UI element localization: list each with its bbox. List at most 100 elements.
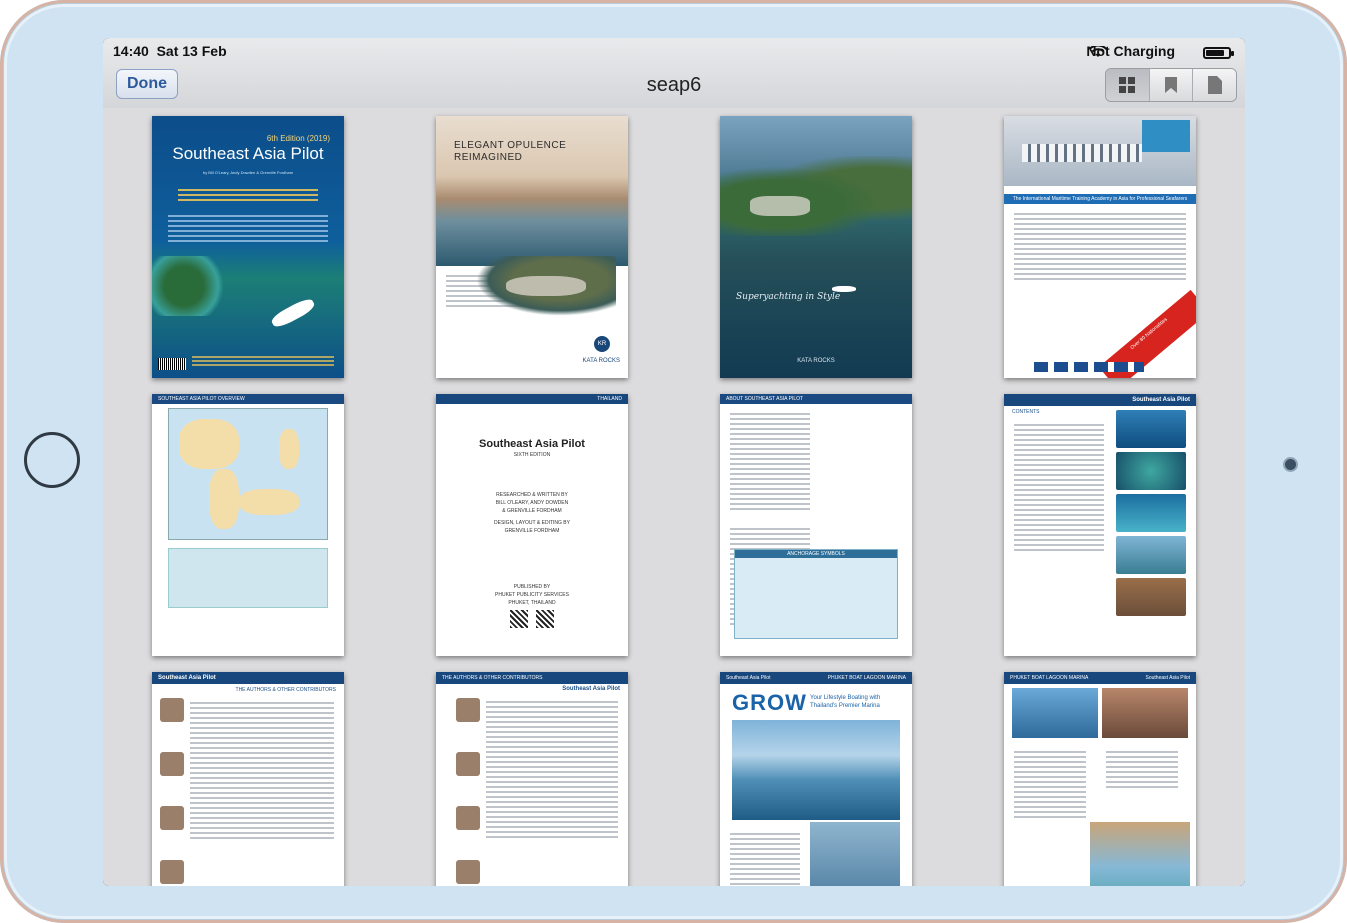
publisher-line-3: PHUKET, THAILAND xyxy=(508,600,556,606)
view-mode-segmented-control xyxy=(1105,68,1237,102)
grow-headline: GROW xyxy=(732,690,807,715)
advert-hills xyxy=(720,156,912,236)
advert-villas xyxy=(750,196,810,216)
marina-header-sub: PHUKET BOAT LAGOON MARINA xyxy=(827,675,906,681)
page-thumbnail-grid: 6th Edition (2019) Southeast Asia Pilot … xyxy=(103,108,1245,886)
advert-photo: ELEGANT OPULENCE REIMAGINED xyxy=(436,116,628,266)
page-thumbnail-11[interactable]: Southeast Asia Pilot PHUKET BOAT LAGOON … xyxy=(720,672,912,886)
authors-text xyxy=(180,693,344,848)
home-button[interactable] xyxy=(24,432,80,488)
authors-subtitle: THE AUTHORS & OTHER CONTRIBUTORS xyxy=(235,687,336,693)
contents-photos xyxy=(1116,410,1186,620)
credit-line-3: & GRENVILLE FORDHAM xyxy=(502,508,562,514)
pool-photo xyxy=(1142,120,1190,152)
page-thumbnail-8[interactable]: Southeast Asia Pilot CONTENTS xyxy=(1004,394,1196,656)
page-thumbnail-1[interactable]: 6th Edition (2019) Southeast Asia Pilot … xyxy=(152,116,344,378)
advert-script-title: Superyachting in Style xyxy=(736,292,841,302)
cover-island-photo xyxy=(152,256,232,316)
qr-code-1 xyxy=(510,610,528,628)
lagoon-text-col-1 xyxy=(1004,742,1096,827)
barcode xyxy=(158,358,186,370)
grid-icon xyxy=(1119,77,1136,93)
advert-brand: KATA ROCKS xyxy=(797,358,835,364)
advert-headline-line-2: REIMAGINED xyxy=(454,152,523,163)
lagoon-text-col-2 xyxy=(1096,742,1188,797)
page-thumbnail-10[interactable]: THE AUTHORS & OTHER CONTRIBUTORS Southea… xyxy=(436,672,628,886)
page-thumbnail-2[interactable]: ELEGANT OPULENCE REIMAGINED KR KATA ROCK… xyxy=(436,116,628,378)
grow-tagline-1: Your Lifestyle Boating with xyxy=(810,695,881,701)
credit-line-4: DESIGN, LAYOUT & EDITING BY xyxy=(494,520,570,526)
contents-list xyxy=(1004,415,1114,560)
qr-code-2 xyxy=(536,610,554,628)
grow-tagline-2: Thailand's Premier Marina xyxy=(810,703,880,709)
partner-logos xyxy=(1034,362,1144,372)
contributors-text xyxy=(476,692,628,847)
cover-bullets xyxy=(178,186,318,204)
thumbnail-grid-button[interactable] xyxy=(1106,69,1150,101)
top-bar: 14:40 Sat 13 Feb Not Charging Done seap6 xyxy=(103,38,1245,109)
marina-photo-2 xyxy=(1102,688,1188,738)
cover-footer xyxy=(192,354,334,368)
lagoon-header-title: PHUKET BOAT LAGOON MARINA xyxy=(1010,675,1089,681)
publisher-line-2: PHUKET PUBLICITY SERVICES xyxy=(495,592,569,598)
academy-banner: The International Maritime Training Acad… xyxy=(1004,194,1196,204)
kata-rocks-logo-text: KATA ROCKS xyxy=(582,358,620,364)
thailand-header: THAILAND xyxy=(436,394,628,404)
page-thumbnail-4[interactable]: The International Maritime Training Acad… xyxy=(1004,116,1196,378)
status-date: Sat 13 Feb xyxy=(156,43,227,59)
single-page-button[interactable] xyxy=(1193,69,1236,101)
credit-line-5: GRENVILLE FORDHAM xyxy=(504,528,560,534)
lagoon-header-sub: Southeast Asia Pilot xyxy=(1145,675,1190,681)
document-title: seap6 xyxy=(646,74,702,96)
bookmarks-button[interactable] xyxy=(1149,69,1194,101)
contents-title: Southeast Asia Pilot xyxy=(1004,394,1196,406)
author-photos xyxy=(160,698,184,886)
page-thumbnail-6[interactable]: THAILAND Southeast Asia Pilot SIXTH EDIT… xyxy=(436,394,628,656)
battery-fill xyxy=(1206,50,1224,56)
authors-title: Southeast Asia Pilot xyxy=(152,672,344,684)
grow-tagline: Your Lifestyle Boating with Thailand's P… xyxy=(810,694,880,710)
marina-text xyxy=(720,824,810,886)
status-time: 14:40 xyxy=(113,43,149,59)
boat-lift-photo xyxy=(810,822,900,886)
page-thumbnail-3[interactable]: Superyachting in Style KATA ROCKS xyxy=(720,116,912,378)
advert-resort xyxy=(506,276,586,296)
contributor-photos xyxy=(456,698,480,886)
front-camera xyxy=(1285,459,1296,470)
cover-title: Southeast Asia Pilot xyxy=(172,144,324,163)
anchorage-symbols-title: ANCHORAGE SYMBOLS xyxy=(735,550,897,558)
resort-pool-photo xyxy=(1090,822,1190,886)
overview-header: SOUTHEAST ASIA PILOT OVERVIEW xyxy=(152,394,344,404)
cover-yacht xyxy=(269,296,317,330)
cover-description xyxy=(168,212,328,245)
overview-map xyxy=(168,408,328,540)
cover-edition: 6th Edition (2019) xyxy=(266,134,330,143)
page-thumbnail-12[interactable]: PHUKET BOAT LAGOON MARINA Southeast Asia… xyxy=(1004,672,1196,886)
contributors-header: THE AUTHORS & OTHER CONTRIBUTORS xyxy=(436,672,628,684)
contributors-title: Southeast Asia Pilot xyxy=(562,686,620,692)
trainees xyxy=(1022,144,1142,162)
overview-info-box xyxy=(168,548,328,608)
screen: 14:40 Sat 13 Feb Not Charging Done seap6 xyxy=(103,38,1245,886)
lagoon-header: PHUKET BOAT LAGOON MARINA Southeast Asia… xyxy=(1004,672,1196,684)
publisher-line-1: PUBLISHED BY xyxy=(513,584,551,590)
bookmark-icon xyxy=(1165,77,1177,93)
battery-icon xyxy=(1203,47,1234,59)
page-icon xyxy=(1207,76,1222,94)
page-thumbnail-7[interactable]: ABOUT SOUTHEAST ASIA PILOT ANCHORAGE SYM… xyxy=(720,394,912,656)
page-thumbnail-9[interactable]: Southeast Asia Pilot THE AUTHORS & OTHER… xyxy=(152,672,344,886)
credit-line-1: RESEARCHED & WRITTEN BY xyxy=(496,492,568,498)
academy-body-text xyxy=(1004,204,1196,289)
marina-aerial-photo xyxy=(732,720,900,820)
about-header: ABOUT SOUTHEAST ASIA PILOT xyxy=(720,394,912,404)
cover-authors: by Bill O'Leary, Andy Dowden & Grenville… xyxy=(202,170,294,175)
advert-headline-line-1: ELEGANT OPULENCE xyxy=(454,140,567,151)
page-thumbnail-5[interactable]: SOUTHEAST ASIA PILOT OVERVIEW xyxy=(152,394,344,656)
status-time-date: 14:40 Sat 13 Feb xyxy=(113,43,227,59)
training-photo xyxy=(1004,116,1196,186)
about-text-col-1 xyxy=(720,404,820,519)
marina-header: Southeast Asia Pilot PHUKET BOAT LAGOON … xyxy=(720,672,912,684)
anchorage-symbols-box: ANCHORAGE SYMBOLS xyxy=(734,549,898,639)
charging-status: Not Charging xyxy=(1086,43,1175,59)
ipad-frame: 14:40 Sat 13 Feb Not Charging Done seap6 xyxy=(0,0,1347,923)
